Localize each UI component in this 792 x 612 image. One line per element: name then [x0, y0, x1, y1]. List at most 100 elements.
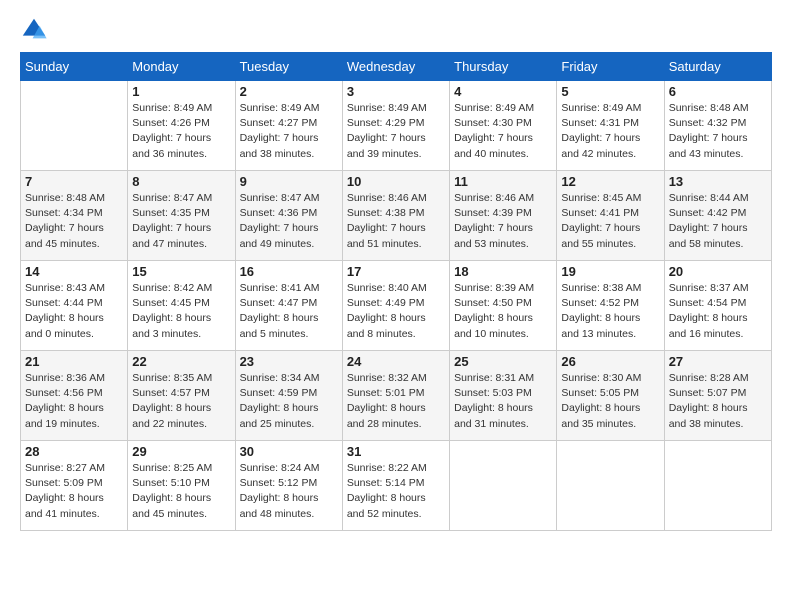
day-number: 2	[240, 84, 338, 99]
calendar-cell	[557, 441, 664, 531]
calendar-cell: 18 Sunrise: 8:39 AMSunset: 4:50 PMDayligh…	[450, 261, 557, 351]
calendar-cell: 30Sunrise: 8:24 AMSunset: 5:12 PMDayligh…	[235, 441, 342, 531]
day-number: 28	[25, 444, 123, 459]
day-info: Sunrise: 8:49 AMSunset: 4:26 PMDaylight:…	[132, 101, 230, 162]
calendar-cell: 22 Sunrise: 8:35 AMSunset: 4:57 PMDayligh…	[128, 351, 235, 441]
day-info: Sunrise: 8:27 AMSunset: 5:09 PMDaylight:…	[25, 461, 123, 522]
day-info: Sunrise: 8:24 AMSunset: 5:12 PMDaylight:…	[240, 461, 338, 522]
day-number: 26	[561, 354, 659, 369]
calendar-cell: 28 Sunrise: 8:27 AMSunset: 5:09 PMDayligh…	[21, 441, 128, 531]
weekday-header-monday: Monday	[128, 53, 235, 81]
calendar-cell: 25 Sunrise: 8:31 AMSunset: 5:03 PMDayligh…	[450, 351, 557, 441]
calendar-cell: 15 Sunrise: 8:42 AMSunset: 4:45 PMDayligh…	[128, 261, 235, 351]
day-info: Sunrise: 8:46 AMSunset: 4:39 PMDaylight:…	[454, 191, 552, 252]
day-number: 17	[347, 264, 445, 279]
calendar-cell: 14Sunrise: 8:43 AMSunset: 4:44 PMDayligh…	[21, 261, 128, 351]
day-info: Sunrise: 8:49 AMSunset: 4:30 PMDaylight:…	[454, 101, 552, 162]
day-info: Sunrise: 8:35 AMSunset: 4:57 PMDaylight:…	[132, 371, 230, 432]
calendar-cell: 6Sunrise: 8:48 AMSunset: 4:32 PMDaylight…	[664, 81, 771, 171]
day-number: 21	[25, 354, 123, 369]
calendar-week-1: 1 Sunrise: 8:49 AMSunset: 4:26 PMDaylight…	[21, 81, 772, 171]
day-info: Sunrise: 8:45 AMSunset: 4:41 PMDaylight:…	[561, 191, 659, 252]
calendar-cell: 23Sunrise: 8:34 AMSunset: 4:59 PMDayligh…	[235, 351, 342, 441]
day-number: 15	[132, 264, 230, 279]
day-info: Sunrise: 8:49 AMSunset: 4:31 PMDaylight:…	[561, 101, 659, 162]
day-number: 12	[561, 174, 659, 189]
day-info: Sunrise: 8:38 AMSunset: 4:52 PMDaylight:…	[561, 281, 659, 342]
calendar-cell: 13Sunrise: 8:44 AMSunset: 4:42 PMDayligh…	[664, 171, 771, 261]
day-number: 6	[669, 84, 767, 99]
weekday-header-wednesday: Wednesday	[342, 53, 449, 81]
day-number: 19	[561, 264, 659, 279]
calendar-cell: 1 Sunrise: 8:49 AMSunset: 4:26 PMDaylight…	[128, 81, 235, 171]
day-info: Sunrise: 8:25 AMSunset: 5:10 PMDaylight:…	[132, 461, 230, 522]
day-info: Sunrise: 8:42 AMSunset: 4:45 PMDaylight:…	[132, 281, 230, 342]
day-number: 13	[669, 174, 767, 189]
day-info: Sunrise: 8:43 AMSunset: 4:44 PMDaylight:…	[25, 281, 123, 342]
day-info: Sunrise: 8:28 AMSunset: 5:07 PMDaylight:…	[669, 371, 767, 432]
weekday-header-tuesday: Tuesday	[235, 53, 342, 81]
calendar-cell: 11 Sunrise: 8:46 AMSunset: 4:39 PMDayligh…	[450, 171, 557, 261]
day-number: 10	[347, 174, 445, 189]
logo	[20, 16, 52, 44]
calendar-cell: 19 Sunrise: 8:38 AMSunset: 4:52 PMDayligh…	[557, 261, 664, 351]
day-info: Sunrise: 8:37 AMSunset: 4:54 PMDaylight:…	[669, 281, 767, 342]
day-info: Sunrise: 8:36 AMSunset: 4:56 PMDaylight:…	[25, 371, 123, 432]
day-number: 18	[454, 264, 552, 279]
day-info: Sunrise: 8:49 AMSunset: 4:29 PMDaylight:…	[347, 101, 445, 162]
calendar-cell: 21 Sunrise: 8:36 AMSunset: 4:56 PMDayligh…	[21, 351, 128, 441]
day-info: Sunrise: 8:40 AMSunset: 4:49 PMDaylight:…	[347, 281, 445, 342]
calendar-cell: 10 Sunrise: 8:46 AMSunset: 4:38 PMDayligh…	[342, 171, 449, 261]
day-info: Sunrise: 8:31 AMSunset: 5:03 PMDaylight:…	[454, 371, 552, 432]
day-number: 7	[25, 174, 123, 189]
day-number: 9	[240, 174, 338, 189]
day-info: Sunrise: 8:46 AMSunset: 4:38 PMDaylight:…	[347, 191, 445, 252]
calendar-cell: 24 Sunrise: 8:32 AMSunset: 5:01 PMDayligh…	[342, 351, 449, 441]
weekday-header-friday: Friday	[557, 53, 664, 81]
calendar-week-3: 14Sunrise: 8:43 AMSunset: 4:44 PMDayligh…	[21, 261, 772, 351]
day-info: Sunrise: 8:32 AMSunset: 5:01 PMDaylight:…	[347, 371, 445, 432]
calendar-cell: 4 Sunrise: 8:49 AMSunset: 4:30 PMDaylight…	[450, 81, 557, 171]
calendar-cell	[664, 441, 771, 531]
calendar-cell: 12 Sunrise: 8:45 AMSunset: 4:41 PMDayligh…	[557, 171, 664, 261]
calendar-week-4: 21 Sunrise: 8:36 AMSunset: 4:56 PMDayligh…	[21, 351, 772, 441]
calendar-cell	[21, 81, 128, 171]
day-number: 8	[132, 174, 230, 189]
calendar-table: SundayMondayTuesdayWednesdayThursdayFrid…	[20, 52, 772, 531]
calendar-cell: 5 Sunrise: 8:49 AMSunset: 4:31 PMDaylight…	[557, 81, 664, 171]
day-number: 20	[669, 264, 767, 279]
calendar-cell: 8 Sunrise: 8:47 AMSunset: 4:35 PMDaylight…	[128, 171, 235, 261]
calendar-cell: 26 Sunrise: 8:30 AMSunset: 5:05 PMDayligh…	[557, 351, 664, 441]
day-number: 1	[132, 84, 230, 99]
calendar-cell: 16Sunrise: 8:41 AMSunset: 4:47 PMDayligh…	[235, 261, 342, 351]
calendar-cell: 29Sunrise: 8:25 AMSunset: 5:10 PMDayligh…	[128, 441, 235, 531]
weekday-header-saturday: Saturday	[664, 53, 771, 81]
day-info: Sunrise: 8:30 AMSunset: 5:05 PMDaylight:…	[561, 371, 659, 432]
day-number: 24	[347, 354, 445, 369]
day-number: 25	[454, 354, 552, 369]
calendar-cell	[450, 441, 557, 531]
day-info: Sunrise: 8:47 AMSunset: 4:35 PMDaylight:…	[132, 191, 230, 252]
day-info: Sunrise: 8:39 AMSunset: 4:50 PMDaylight:…	[454, 281, 552, 342]
day-number: 31	[347, 444, 445, 459]
logo-icon	[20, 16, 48, 44]
day-number: 4	[454, 84, 552, 99]
weekday-header-thursday: Thursday	[450, 53, 557, 81]
calendar-cell: 27 Sunrise: 8:28 AMSunset: 5:07 PMDayligh…	[664, 351, 771, 441]
day-info: Sunrise: 8:47 AMSunset: 4:36 PMDaylight:…	[240, 191, 338, 252]
calendar-cell: 3 Sunrise: 8:49 AMSunset: 4:29 PMDaylight…	[342, 81, 449, 171]
day-number: 3	[347, 84, 445, 99]
day-number: 27	[669, 354, 767, 369]
calendar-cell: 20 Sunrise: 8:37 AMSunset: 4:54 PMDayligh…	[664, 261, 771, 351]
day-number: 11	[454, 174, 552, 189]
calendar-cell: 2 Sunrise: 8:49 AMSunset: 4:27 PMDaylight…	[235, 81, 342, 171]
calendar-week-5: 28 Sunrise: 8:27 AMSunset: 5:09 PMDayligh…	[21, 441, 772, 531]
day-number: 22	[132, 354, 230, 369]
weekday-header-sunday: Sunday	[21, 53, 128, 81]
day-number: 5	[561, 84, 659, 99]
day-info: Sunrise: 8:48 AMSunset: 4:34 PMDaylight:…	[25, 191, 123, 252]
day-info: Sunrise: 8:49 AMSunset: 4:27 PMDaylight:…	[240, 101, 338, 162]
calendar-cell: 9 Sunrise: 8:47 AMSunset: 4:36 PMDaylight…	[235, 171, 342, 261]
header	[20, 16, 772, 44]
day-info: Sunrise: 8:41 AMSunset: 4:47 PMDaylight:…	[240, 281, 338, 342]
